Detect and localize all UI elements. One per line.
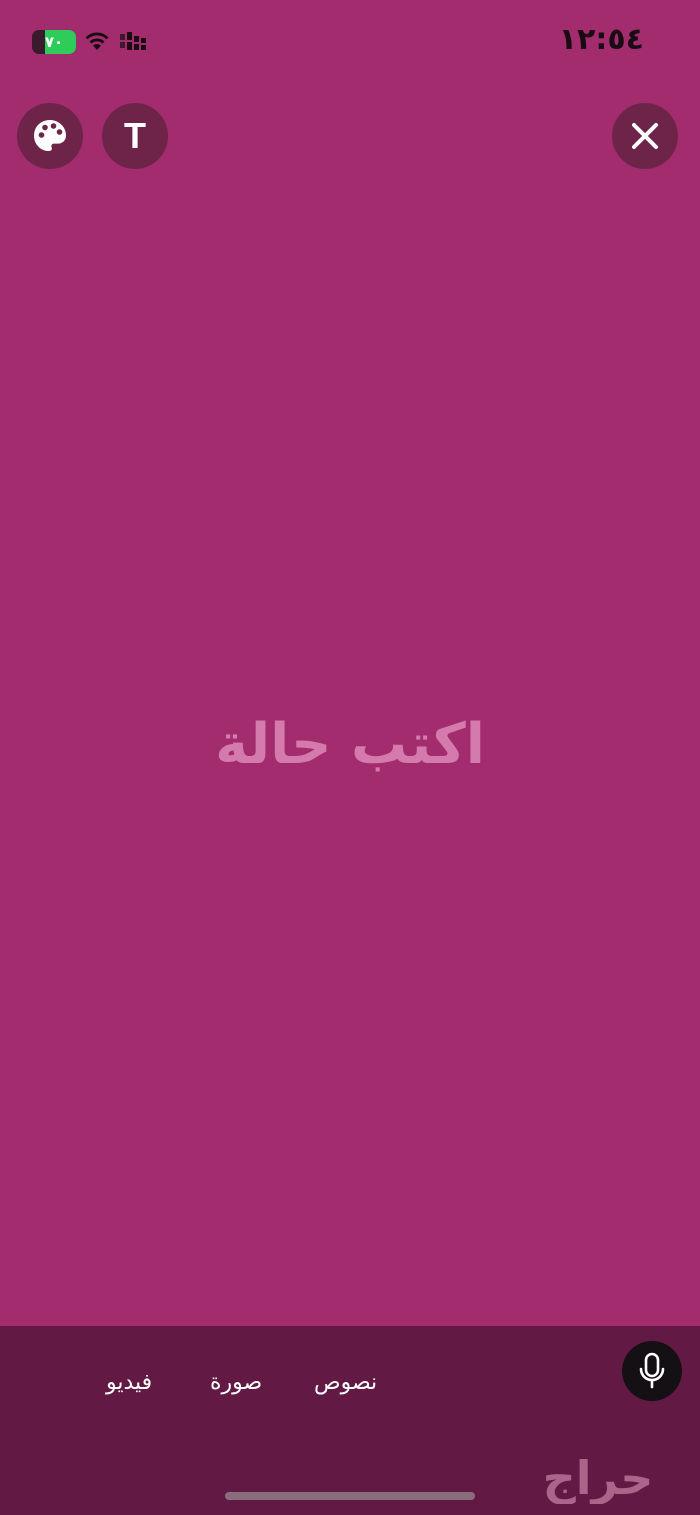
status-text-input[interactable]: اكتب حالة (0, 712, 700, 777)
tab-video[interactable]: فيديو (106, 1370, 152, 1395)
status-editor-screen: ١٢:٥٤ ٧٠ T اكتب حالة نصوص صورة فيديو حرا… (0, 0, 700, 1515)
close-button[interactable] (612, 103, 678, 169)
status-bar: ١٢:٥٤ ٧٠ (0, 0, 700, 84)
watermark-logo: حراج (543, 1454, 654, 1504)
bottom-bar: نصوص صورة فيديو حراج (0, 1326, 700, 1515)
voice-record-button[interactable] (622, 1341, 682, 1401)
tab-photo[interactable]: صورة (210, 1370, 262, 1395)
microphone-icon (639, 1352, 665, 1389)
signal-icon (120, 32, 146, 50)
wifi-icon (85, 32, 109, 50)
battery-label: ٧٠ (44, 33, 64, 51)
background-color-button[interactable] (17, 103, 83, 169)
tab-texts[interactable]: نصوص (314, 1370, 377, 1395)
close-icon (632, 123, 658, 149)
svg-text:حراج: حراج (543, 1454, 654, 1504)
text-icon: T (124, 115, 146, 156)
font-style-button[interactable]: T (102, 103, 168, 169)
battery-icon: ٧٠ (32, 30, 76, 54)
palette-icon (34, 120, 66, 151)
home-indicator[interactable] (225, 1492, 475, 1500)
status-time: ١٢:٥٤ (558, 22, 644, 57)
